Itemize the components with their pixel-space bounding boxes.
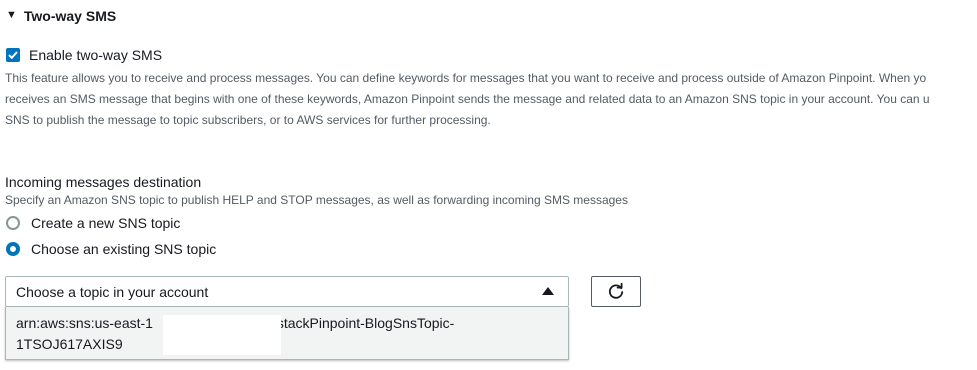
section-title: Two-way SMS <box>23 8 117 24</box>
radio-option-create-topic[interactable]: Create a new SNS topic <box>6 215 180 231</box>
section-header-two-way-sms[interactable]: ▼ Two-way SMS <box>6 8 116 24</box>
radio-button-checked[interactable] <box>6 242 20 256</box>
radio-label: Create a new SNS topic <box>31 215 181 231</box>
option-arn-prefix: arn:aws:sns:us-east-1 <box>16 315 153 331</box>
description-line: receives an SMS message that begins with… <box>5 92 930 106</box>
radio-label: Choose an existing SNS topic <box>31 241 217 257</box>
caret-up-icon[interactable] <box>542 287 554 295</box>
description-line: SNS to publish the message to topic subs… <box>5 113 491 127</box>
refresh-button[interactable] <box>591 276 641 307</box>
caret-down-icon[interactable]: ▼ <box>6 9 17 21</box>
two-way-sms-description: This feature allows you to receive and p… <box>5 68 977 131</box>
description-line: This feature allows you to receive and p… <box>5 71 927 85</box>
checkmark-icon <box>8 51 18 59</box>
enable-two-way-sms-row[interactable]: Enable two-way SMS <box>6 47 162 63</box>
topic-dropdown-list: arn:aws:sns:us-east-1:BlogstackPinpoint-… <box>5 307 569 360</box>
incoming-destination-label: Incoming messages destination <box>5 174 202 190</box>
topic-dropdown-option[interactable]: arn:aws:sns:us-east-1:BlogstackPinpoint-… <box>16 313 454 355</box>
topic-select-value: Choose a topic in your account <box>16 283 209 300</box>
refresh-icon <box>608 282 624 299</box>
incoming-destination-description: Specify an Amazon SNS topic to publish H… <box>5 193 628 207</box>
enable-two-way-sms-label: Enable two-way SMS <box>29 47 163 63</box>
redaction-box <box>163 315 281 355</box>
radio-option-existing-topic[interactable]: Choose an existing SNS topic <box>6 241 216 257</box>
topic-select[interactable]: Choose a topic in your account <box>5 276 569 307</box>
enable-two-way-sms-checkbox[interactable] <box>6 48 20 62</box>
radio-button-unchecked[interactable] <box>6 216 20 230</box>
